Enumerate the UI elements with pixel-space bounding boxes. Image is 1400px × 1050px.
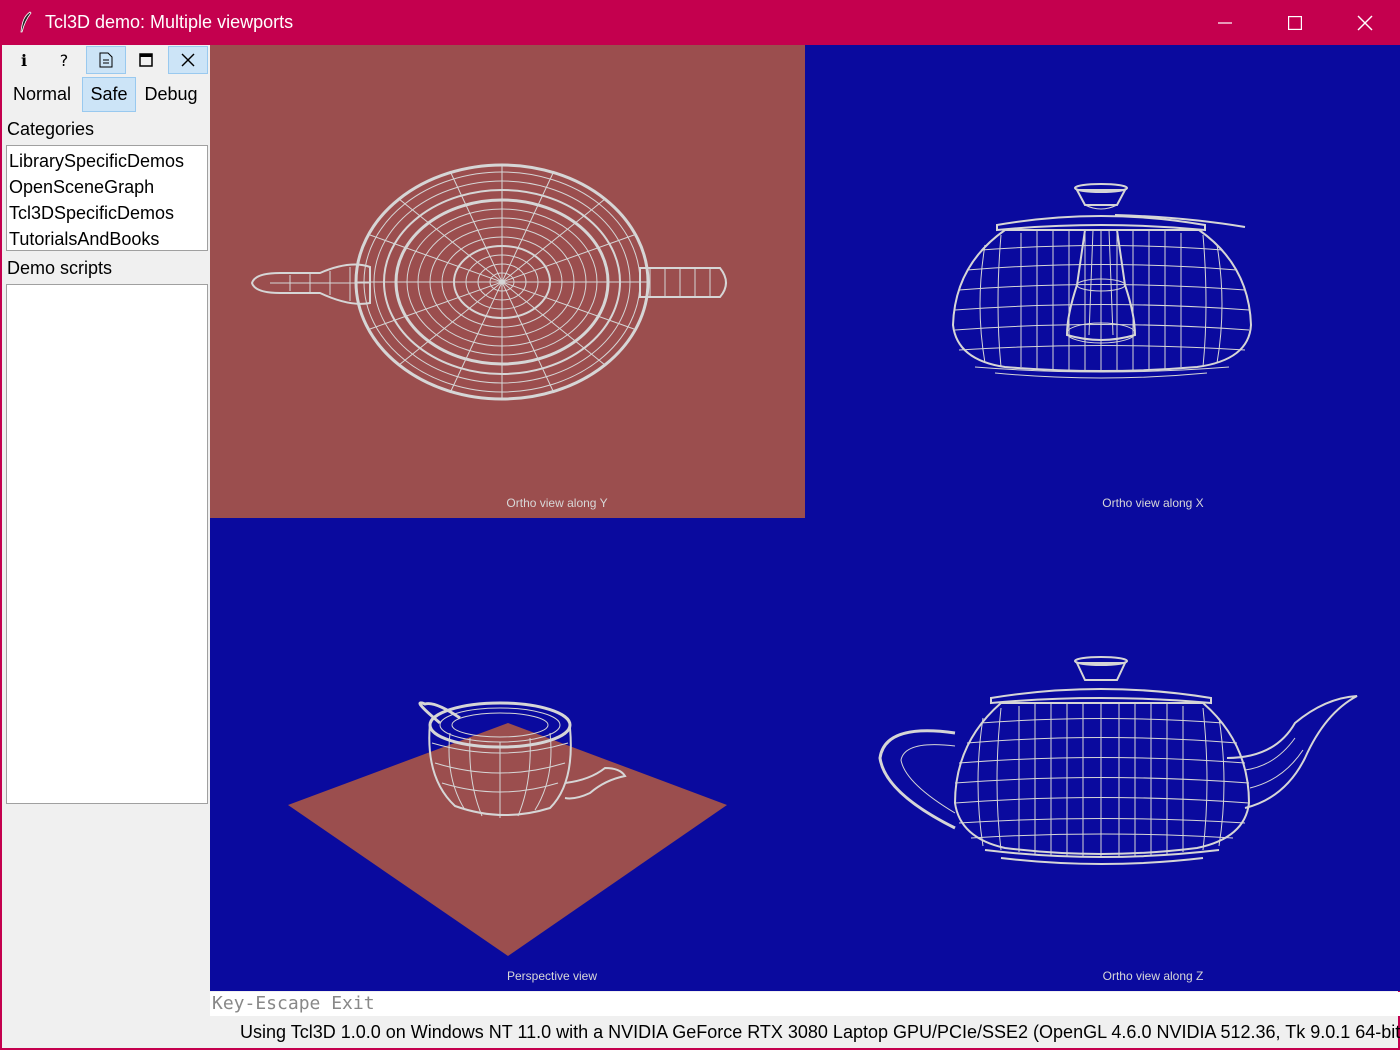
close-icon [181,53,195,67]
mode-debug-button[interactable]: Debug [138,77,204,112]
list-item[interactable]: Tcl3DSpecificDemos [7,200,207,226]
app-window: Tcl3D demo: Multiple viewports i ? Norma… [0,0,1400,1050]
gl-canvas[interactable]: Ortho view along Y Ortho view along X Pe… [210,45,1400,991]
info-icon: i [20,50,28,70]
categories-list[interactable]: LibrarySpecificDemos OpenSceneGraph Tcl3… [6,145,208,251]
minimize-icon [1218,21,1232,24]
categories-label: Categories [7,119,95,139]
info-button[interactable]: i [4,46,44,74]
list-item[interactable]: LibrarySpecificDemos [7,148,207,174]
viewport-top-left[interactable]: Ortho view along Y [210,45,805,518]
list-item[interactable]: OpenSceneGraph [7,174,207,200]
status-text: Using Tcl3D 1.0.0 on Windows NT 11.0 wit… [240,1022,1400,1042]
toolbar: i ? [4,45,210,75]
teapot-side-x-view [951,183,1253,379]
viewport-bottom-right[interactable]: Ortho view along Z [805,518,1400,991]
feather-icon [20,11,32,33]
key-hint-field: Key-Escape Exit [210,992,1400,1016]
fullscreen-button[interactable] [126,46,166,74]
viewport-label: Ortho view along Y [506,496,608,510]
teapot-side-z-view [878,656,1358,865]
help-button[interactable]: ? [44,46,84,74]
demo-scripts-list[interactable] [6,284,208,804]
teapot-perspective-view [288,701,727,956]
mode-safe-button[interactable]: Safe [82,77,136,112]
mode-selector: Normal Safe Debug [4,77,210,113]
source-button[interactable] [86,46,126,74]
teapot-top-view [250,163,727,401]
maximize-icon [139,53,153,67]
close-window-button[interactable] [1330,0,1400,45]
viewport-label: Ortho view along X [1102,496,1204,510]
help-icon: ? [59,50,69,70]
list-item[interactable]: TutorialsAndBooks [7,226,207,252]
document-icon [99,52,113,68]
window-title: Tcl3D demo: Multiple viewports [45,12,294,32]
maximize-window-icon [1288,15,1302,30]
sidebar: i ? Normal Safe Debug Categories Library… [4,45,210,1048]
exit-button[interactable] [168,46,208,74]
title-bar[interactable]: Tcl3D demo: Multiple viewports [2,0,1400,45]
viewport-top-right[interactable]: Ortho view along X [805,45,1400,518]
close-window-icon [1357,15,1373,30]
mode-normal-button[interactable]: Normal [6,77,78,112]
demo-scripts-label: Demo scripts [7,258,113,278]
viewport-label: Perspective view [506,969,598,983]
minimize-button[interactable] [1190,0,1260,45]
viewport-bottom-left[interactable]: Perspective view [210,518,805,991]
viewport-label: Ortho view along Z [1102,969,1204,983]
maximize-button[interactable] [1260,0,1330,45]
